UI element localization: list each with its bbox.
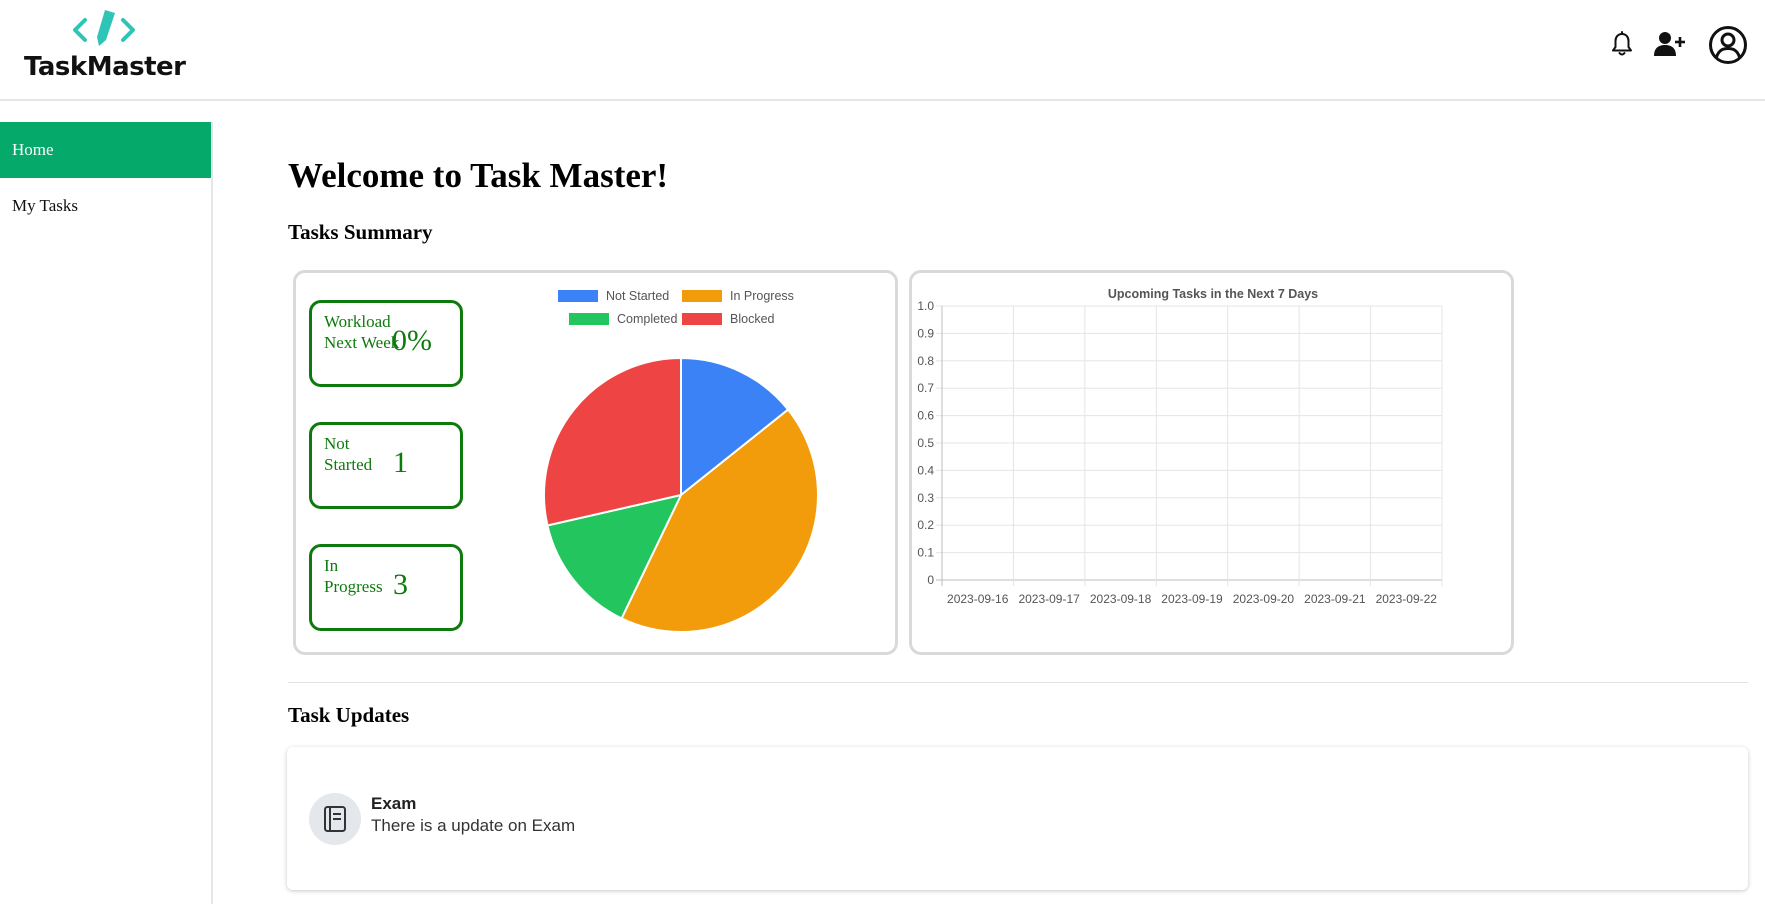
app-name: TaskMaster <box>24 52 186 82</box>
task-status-pie-chart <box>543 356 819 633</box>
x-tick-label: 2023-09-21 <box>1304 592 1366 606</box>
profile-icon <box>1709 26 1747 64</box>
task-updates-heading: Task Updates <box>288 703 410 727</box>
upcoming-tasks-chart: Upcoming Tasks in the Next 7 Days 1.0 0.9… <box>917 287 1443 606</box>
x-tick-label: 2023-09-16 <box>947 592 1009 606</box>
tasks-summary-card: Workload Next Week 0% Not Started 1 In P… <box>293 270 898 655</box>
y-tick-label: 0 <box>927 573 934 587</box>
stat-label: Not Started <box>324 434 373 474</box>
legend-item[interactable]: Completed <box>569 312 677 326</box>
y-tick-label: 1.0 <box>917 299 934 313</box>
y-tick-label: 0.1 <box>917 546 934 560</box>
stat-value: 3 <box>393 568 408 601</box>
sidebar-item-home[interactable]: Home <box>0 122 211 178</box>
notifications-button[interactable] <box>1607 26 1637 62</box>
add-user-button[interactable] <box>1652 26 1688 62</box>
app-logo[interactable]: TaskMaster <box>22 10 186 82</box>
profile-button[interactable] <box>1707 24 1749 66</box>
legend-item[interactable]: Not Started <box>558 289 669 303</box>
bell-icon <box>1612 31 1632 56</box>
page-title: Welcome to Task Master! <box>288 156 669 195</box>
stat-label: In Progress <box>324 556 383 596</box>
sidebar: Home My Tasks <box>0 122 213 904</box>
legend-swatch <box>682 313 722 325</box>
legend-swatch <box>569 313 609 325</box>
top-header: TaskMaster <box>0 0 1765 101</box>
pie-legend: Not Started In Progress Completed Blocke… <box>558 289 818 339</box>
tasks-summary-heading: Tasks Summary <box>288 220 433 244</box>
stat-value: 1 <box>393 446 408 479</box>
legend-item[interactable]: In Progress <box>682 289 794 303</box>
x-tick-label: 2023-09-19 <box>1161 592 1223 606</box>
in-progress-stat: In Progress 3 <box>309 544 463 631</box>
x-tick-label: 2023-09-18 <box>1090 592 1152 606</box>
y-tick-label: 0.2 <box>917 518 934 532</box>
legend-label: Not Started <box>606 289 670 303</box>
update-text: There is a update on Exam <box>371 816 576 835</box>
y-tick-label: 0.9 <box>917 326 934 340</box>
chart-title: Upcoming Tasks in the Next 7 Days <box>1108 287 1318 301</box>
legend-label: Completed <box>617 312 678 326</box>
legend-label: Blocked <box>730 312 775 326</box>
y-tick-label: 0.3 <box>917 491 934 505</box>
y-tick-label: 0.5 <box>917 436 934 450</box>
sidebar-item-my-tasks[interactable]: My Tasks <box>0 178 211 234</box>
task-update-item[interactable]: Exam There is a update on Exam <box>287 747 1748 890</box>
legend-label: In Progress <box>730 289 794 303</box>
x-tick-label: 2023-09-22 <box>1376 592 1438 606</box>
book-icon <box>324 806 346 832</box>
x-tick-label: 2023-09-20 <box>1233 592 1295 606</box>
legend-swatch <box>558 290 598 302</box>
update-avatar <box>309 793 361 845</box>
x-tick-label: 2023-09-17 <box>1018 592 1080 606</box>
legend-item[interactable]: Blocked <box>682 312 774 326</box>
logo-code-icon <box>73 10 135 46</box>
legend-swatch <box>682 290 722 302</box>
y-tick-label: 0.7 <box>917 381 934 395</box>
upcoming-tasks-card: Upcoming Tasks in the Next 7 Days 1.0 0.9… <box>909 270 1514 655</box>
add-user-icon <box>1654 32 1685 56</box>
not-started-stat: Not Started 1 <box>309 422 463 509</box>
y-tick-label: 0.6 <box>917 409 934 423</box>
section-divider <box>288 682 1748 683</box>
workload-stat: Workload Next Week 0% <box>309 300 463 387</box>
y-tick-label: 0.4 <box>917 463 934 477</box>
stat-value: 0% <box>392 324 432 357</box>
y-tick-label: 0.8 <box>917 354 934 368</box>
pie-slice-blocked[interactable] <box>543 356 682 527</box>
update-title: Exam <box>371 794 417 813</box>
